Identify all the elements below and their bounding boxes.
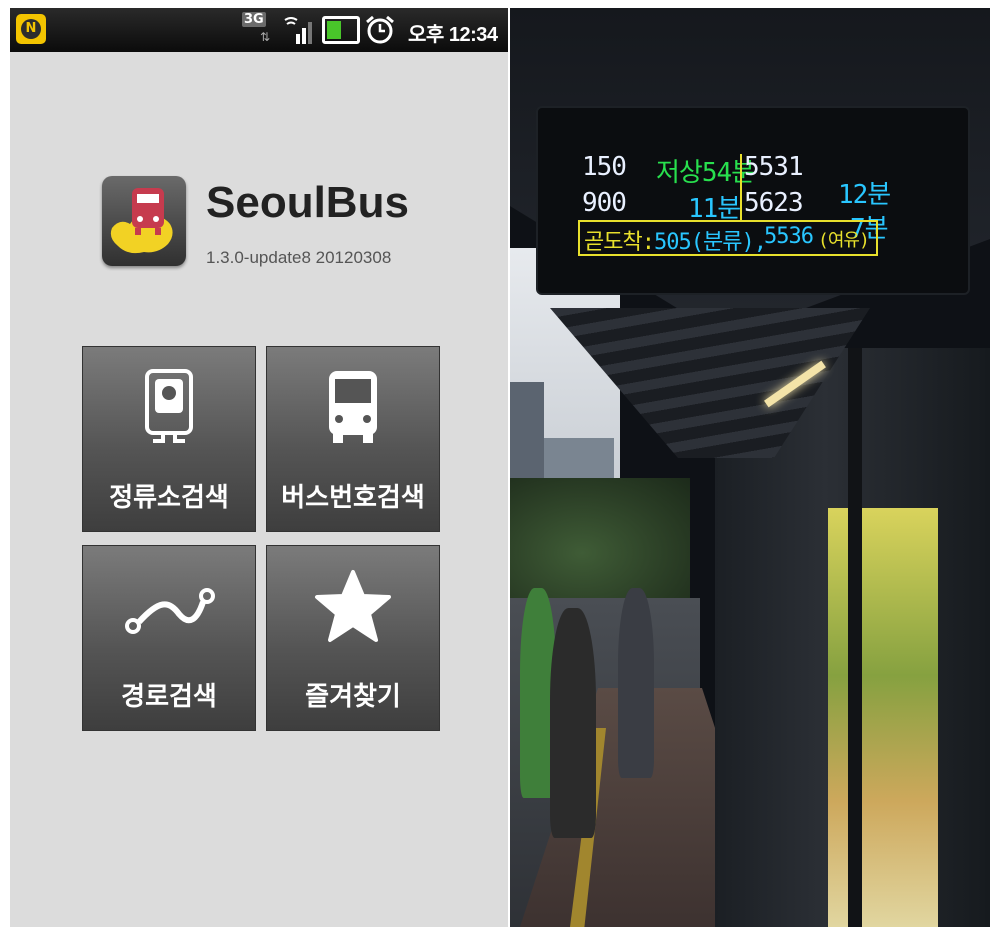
led-route: 900: [582, 188, 627, 218]
route-search-button[interactable]: 경로검색: [82, 545, 256, 731]
led-divider: [740, 154, 742, 220]
person: [550, 608, 596, 838]
battery-icon: [322, 16, 360, 44]
signal-strength-icon: [284, 17, 312, 44]
data-activity-icon: ⇅: [260, 30, 271, 44]
notification-icon[interactable]: N: [16, 14, 46, 44]
led-route: 5531: [744, 152, 804, 182]
person: [618, 588, 654, 778]
bus-stop-photo: 150 저상54분 5531 12분 900 11분 5623 7분 곧도착: …: [510, 8, 990, 927]
led-route: 150: [582, 152, 627, 182]
bus-map-logo-icon: [110, 188, 173, 254]
led-route: 5623: [744, 188, 804, 218]
network-type-label: 3G: [242, 12, 266, 27]
led-arriving-2: 5536: [764, 224, 814, 249]
building: [510, 382, 544, 492]
route-icon: [125, 588, 215, 634]
bus-arrival-led-display: 150 저상54분 5531 12분 900 11분 5623 7분 곧도착: …: [536, 106, 970, 295]
notification-icon-label: N: [21, 19, 41, 39]
alarm-clock-icon: [366, 15, 394, 44]
favorites-label: 즐겨찾기: [305, 682, 401, 712]
advertisement-poster: [828, 508, 938, 927]
bus-stop-icon: [145, 369, 193, 443]
app-version: 1.3.0-update8 20120308: [206, 248, 392, 267]
led-arriving-2-status: (여유): [818, 230, 870, 251]
led-arriving-label: 곧도착:: [584, 230, 655, 255]
led-arriving-1: 505(분류),: [654, 230, 767, 255]
status-bar: N 3G ⇅ 오후 12:34: [10, 8, 508, 52]
star-icon: [315, 570, 391, 642]
shelter-post: [848, 348, 862, 927]
clock-time: 오후 12:34: [408, 24, 498, 46]
route-search-label: 경로검색: [121, 682, 217, 712]
bus-number-search-label: 버스번호검색: [281, 483, 425, 513]
stop-search-label: 정류소검색: [109, 483, 229, 513]
favorites-button[interactable]: 즐겨찾기: [266, 545, 440, 731]
app-logo-icon: [102, 176, 186, 266]
app-title: SeoulBus: [206, 178, 409, 227]
bus-icon: [329, 371, 377, 443]
phone-screen: N 3G ⇅ 오후 12:34 SeoulBus 1.3.0-update8 2…: [10, 8, 508, 927]
bus-number-search-button[interactable]: 버스번호검색: [266, 346, 440, 532]
stop-search-button[interactable]: 정류소검색: [82, 346, 256, 532]
led-time: 12분: [838, 180, 891, 210]
